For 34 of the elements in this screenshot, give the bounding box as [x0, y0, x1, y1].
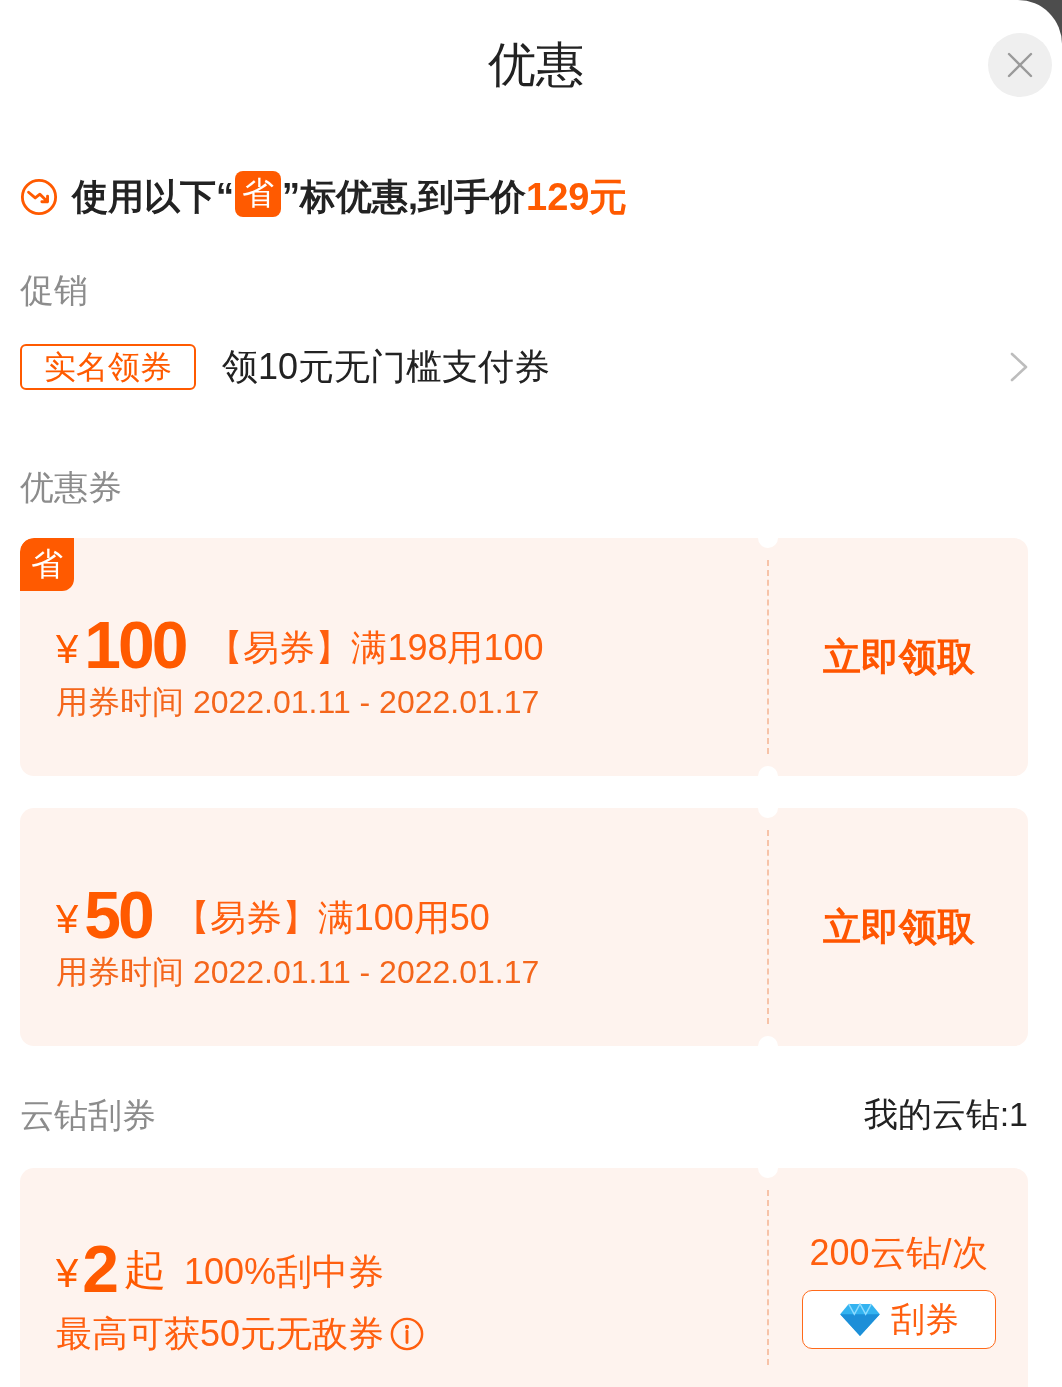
scratch-button[interactable]: 刮券	[801, 1290, 996, 1349]
claim-button[interactable]: 立即领取	[822, 631, 975, 683]
scratch-label: 100%刮中券	[183, 1249, 385, 1294]
headline-text: 使用以下“	[72, 174, 234, 219]
info-icon[interactable]	[390, 1317, 425, 1351]
sheet-title: 优惠	[488, 37, 584, 94]
saving-badge: 省	[20, 538, 74, 591]
diamond-balance: 我的云钻:1	[863, 1094, 1028, 1135]
coupon-validity: 用券时间 2022.01.11 - 2022.01.17	[56, 683, 540, 722]
diamond-icon	[838, 1302, 881, 1337]
chevron-right-icon[interactable]	[1010, 352, 1028, 382]
promo-text: 领10元无门槛支付券	[222, 344, 551, 389]
currency-symbol: ¥	[56, 626, 79, 672]
coupon-condition: 【易券】满100用50	[173, 895, 490, 940]
trend-down-icon	[20, 178, 58, 216]
coupon-amount: 2	[82, 1232, 116, 1306]
section-heading: 云钻刮券	[20, 1095, 156, 1136]
currency-symbol: ¥	[56, 1250, 79, 1296]
coupon-validity: 用券时间 2022.01.11 - 2022.01.17	[56, 953, 540, 992]
coupon-amount: 100	[84, 608, 186, 682]
saving-badge: 省	[235, 171, 281, 217]
claim-button[interactable]: 立即领取	[822, 901, 975, 953]
final-price: 129元	[526, 174, 628, 220]
scratch-detail: 最高可获50元无敌券	[56, 1311, 385, 1356]
section-heading: 促销	[20, 270, 88, 311]
coupon-amount: 50	[84, 878, 152, 952]
headline-text: ”标优惠,到手价	[282, 174, 526, 219]
currency-symbol: ¥	[56, 896, 79, 942]
amount-suffix: 起	[123, 1245, 166, 1295]
section-heading: 优惠券	[20, 467, 122, 508]
scratch-price: 200云钻/次	[809, 1231, 988, 1275]
promo-tag: 实名领券	[20, 344, 196, 390]
coupon-condition: 【易券】满198用100	[207, 625, 544, 670]
close-icon	[1007, 52, 1033, 78]
